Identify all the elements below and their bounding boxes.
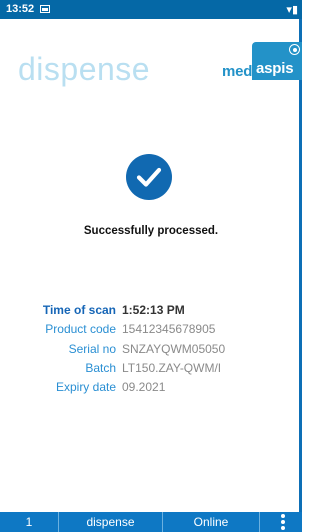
logo-aspis-box: aspis xyxy=(252,42,302,80)
batch-value: LT150.ZAY-QWM/I xyxy=(122,360,222,375)
product-code-value: 15412345678905 xyxy=(122,322,216,337)
scan-count-button[interactable]: 1 xyxy=(0,512,59,532)
status-time: 13:52 xyxy=(6,3,35,15)
more-vert-icon xyxy=(281,514,285,518)
logo-aspis-text: aspis xyxy=(256,60,294,77)
expiry-date-label: Expiry date xyxy=(55,380,116,395)
mode-button[interactable]: dispense xyxy=(59,512,163,532)
logo-med-text: med xyxy=(222,63,253,80)
checkmark-icon xyxy=(126,154,172,200)
serial-no-value: SNZAYQWM05050 xyxy=(122,341,226,356)
expiry-date-value: 09.2021 xyxy=(122,380,166,395)
product-code-label: Product code xyxy=(45,322,116,337)
serial-no-row: Serial no SNZAYQWM05050 xyxy=(0,342,302,361)
app-frame xyxy=(0,19,302,512)
batch-row: Batch LT150.ZAY-QWM/I xyxy=(0,361,302,380)
medaspis-logo: med aspis xyxy=(222,42,302,84)
product-code-row: Product code 15412345678905 xyxy=(0,322,302,341)
more-menu-button[interactable] xyxy=(260,512,302,532)
page-title: dispense xyxy=(18,51,151,87)
status-bar: 13:52 ▾▮ xyxy=(0,0,302,19)
time-of-scan-value: 1:52:13 PM xyxy=(122,303,185,317)
image-notification-icon xyxy=(40,5,50,13)
target-icon xyxy=(289,44,300,55)
scan-details: Time of scan 1:52:13 PM Product code 154… xyxy=(0,303,302,399)
connection-status-button[interactable]: Online xyxy=(163,512,260,532)
batch-label: Batch xyxy=(85,360,116,375)
time-of-scan-row: Time of scan 1:52:13 PM xyxy=(0,303,302,322)
more-vert-icon-dot xyxy=(281,520,285,524)
wifi-battery-icon: ▾▮ xyxy=(286,4,298,16)
more-vert-icon-dot xyxy=(281,526,285,530)
success-message: Successfully processed. xyxy=(83,225,219,237)
bottom-bar: 1 dispense Online xyxy=(0,512,302,532)
time-of-scan-label: Time of scan xyxy=(42,303,116,317)
serial-no-label: Serial no xyxy=(68,341,116,356)
expiry-date-row: Expiry date 09.2021 xyxy=(0,380,302,399)
